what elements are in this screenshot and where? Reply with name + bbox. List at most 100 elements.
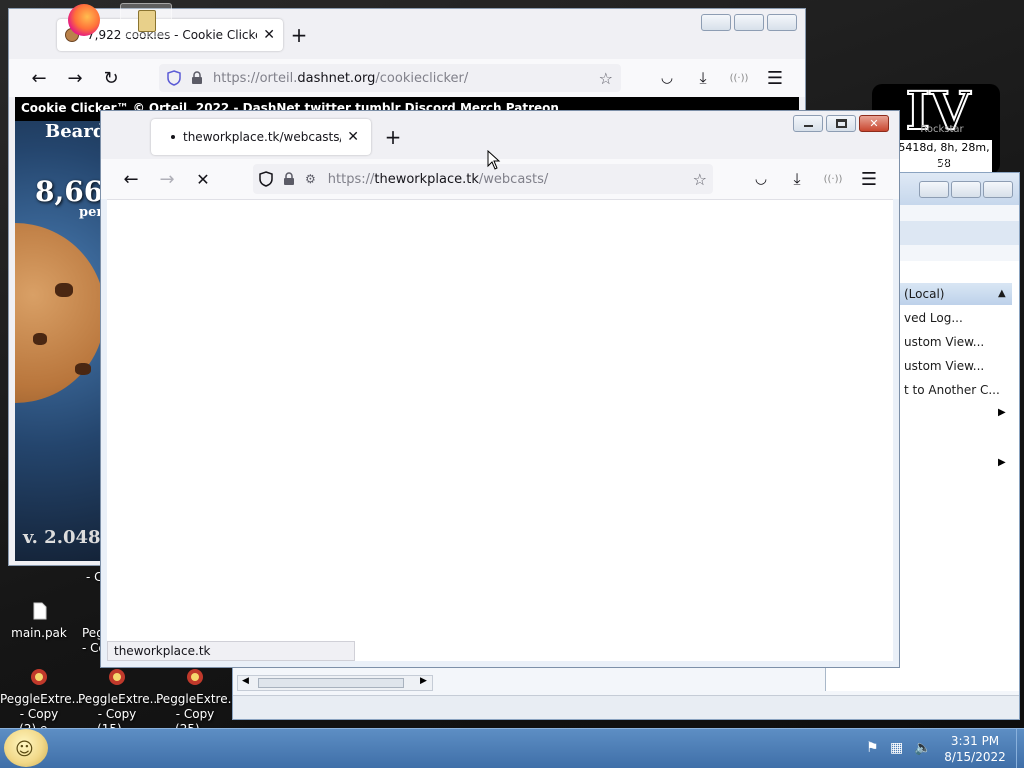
fg-firefox-window: theworkplace.tk/webcasts/ ✕ + ✕ ← → ✕ ⚙ … (100, 110, 900, 668)
action-item[interactable]: ustom View... (904, 335, 984, 349)
firefox-icon (68, 4, 100, 36)
close-icon: ✕ (869, 117, 879, 130)
event-viewer-close-button[interactable] (983, 181, 1013, 198)
bg-shield-icon (167, 70, 181, 86)
fg-lock-icon (283, 172, 295, 186)
fg-url-host: theworkplace.tk (374, 171, 479, 187)
action-item[interactable]: t to Another C... (904, 383, 1000, 397)
cookie-shape (15, 223, 105, 403)
big-cookie[interactable] (15, 223, 105, 413)
action-item[interactable]: ustom View... (904, 359, 984, 373)
bg-url-path: /cookieclicker/ (375, 70, 469, 86)
submenu-arrow-icon[interactable]: ▶ (998, 407, 1006, 418)
bg-bookmark-star-icon[interactable]: ☆ (599, 69, 613, 88)
fg-bookmark-star-icon[interactable]: ☆ (693, 170, 707, 189)
fg-page-content (107, 199, 893, 661)
bg-download-icon[interactable]: ⤓ (691, 66, 715, 90)
bg-new-tab-icon[interactable]: + (287, 23, 311, 47)
fg-shield-icon (259, 171, 273, 187)
event-viewer-icon (138, 10, 156, 32)
bg-maximize-button[interactable] (734, 14, 764, 31)
fg-urlbar[interactable]: ⚙ https://theworkplace.tk/webcasts/ ☆ (253, 164, 713, 194)
event-viewer-maximize-button[interactable] (951, 181, 981, 198)
action-item-label: ustom View... (904, 359, 985, 373)
fg-minimize-button[interactable] (793, 115, 823, 132)
fg-close-button[interactable]: ✕ (859, 115, 889, 132)
collapse-up-icon: ▲ (998, 288, 1006, 299)
maximize-icon (836, 119, 847, 128)
bg-menu-icon[interactable]: ☰ (763, 66, 787, 90)
taskbar-firefox-button[interactable] (58, 3, 110, 37)
bg-forward-icon[interactable]: → (63, 66, 87, 90)
fg-new-tab-icon[interactable]: + (381, 125, 405, 149)
cc-version: v. 2.048 (23, 527, 101, 548)
tray-clock[interactable]: 3:31 PM 8/15/2022 (940, 733, 1010, 765)
fg-status-panel: theworkplace.tk (107, 641, 355, 661)
bg-url-prefix: https://orteil. (213, 70, 298, 86)
fg-tab-close-icon[interactable]: ✕ (347, 129, 359, 145)
action-item-label: t to Another C... (904, 383, 1000, 397)
fg-url-path: /webcasts/ (478, 171, 549, 187)
bg-minimize-button[interactable] (701, 14, 731, 31)
fg-maximize-button[interactable] (826, 115, 856, 132)
scroll-right-icon[interactable]: ▶ (420, 676, 427, 686)
taskbar-explorer-button[interactable] (120, 3, 172, 37)
bg-url-host: dashnet.org (297, 70, 376, 86)
fg-back-icon[interactable]: ← (119, 167, 143, 191)
action-item[interactable]: ved Log... (904, 311, 963, 325)
chocolate-chip (33, 333, 47, 345)
peggle-icon (184, 666, 206, 688)
event-viewer-minimize-button[interactable] (919, 181, 949, 198)
event-viewer-statusbar (233, 695, 1019, 719)
tray-volume-icon[interactable]: 🔈 (914, 740, 931, 756)
bg-pocket-icon[interactable]: ◡ (655, 66, 679, 90)
bg-reload-icon[interactable]: ↻ (99, 66, 123, 90)
fg-pocket-icon[interactable]: ◡ (749, 167, 773, 191)
desktop-icon-main-pak[interactable]: main.pak (0, 600, 78, 641)
tray-action-center-icon[interactable]: ⚑ (866, 740, 879, 756)
fg-url-prefix: https:// (327, 171, 375, 187)
cc-cookie-count: 8,66 (35, 175, 104, 208)
bg-tab-close-icon[interactable]: ✕ (263, 27, 275, 43)
gta-rockstar: Rockstar (920, 124, 964, 135)
fg-menu-icon[interactable]: ☰ (857, 167, 881, 191)
peggle-icon (28, 666, 50, 688)
bg-back-icon[interactable]: ← (27, 66, 51, 90)
desktop-icon-peggle-copy-15[interactable]: PeggleExtre... - Copy (15).... (78, 666, 161, 737)
tray-date: 8/15/2022 (944, 750, 1006, 764)
bg-tab-title: 7,922 cookies - Cookie Clicker (87, 28, 258, 42)
desktop-icon-label: main.pak (11, 626, 67, 640)
bg-extension-icon[interactable]: ((·)) (727, 66, 751, 90)
chocolate-chip (75, 363, 91, 375)
desktop-icon-peggle-copy-25[interactable]: PeggleExtre... - Copy (25).... (156, 666, 239, 737)
file-icon (28, 600, 50, 622)
tray-time: 3:31 PM (950, 734, 1000, 748)
desktop-icon-peggle-copy-2[interactable]: PeggleExtre... - Copy (2).e... (0, 666, 83, 737)
cc-bakery-name: Beard (45, 121, 106, 142)
fg-forward-icon: → (159, 168, 175, 190)
actions-header-label: (Local) (904, 287, 945, 301)
scrollbar-thumb[interactable] (258, 678, 404, 688)
fg-stop-loading-icon[interactable]: ✕ (191, 167, 215, 191)
peggle-icon (106, 666, 128, 688)
action-item-label: ved Log... (904, 311, 963, 325)
scroll-left-icon[interactable]: ◀ (242, 676, 249, 686)
fg-tab-webcasts[interactable]: theworkplace.tk/webcasts/ ✕ (151, 119, 371, 155)
loading-dot-icon (171, 135, 175, 139)
bg-close-button[interactable] (767, 14, 797, 31)
fg-permissions-icon[interactable]: ⚙ (305, 172, 316, 186)
gta-until-release: until release (911, 158, 973, 169)
fg-tab-title: theworkplace.tk/webcasts/ (183, 130, 342, 144)
bg-urlbar[interactable]: https://orteil. dashnet.org/cookieclicker… (159, 64, 621, 92)
fg-status-text: theworkplace.tk (114, 644, 211, 658)
action-item-label: ustom View... (904, 335, 985, 349)
fg-extension-icon[interactable]: ((·)) (821, 167, 845, 191)
minimize-icon (804, 125, 813, 127)
horizontal-scrollbar[interactable]: ◀ ▶ (237, 675, 433, 691)
start-button[interactable]: ☺ (4, 729, 48, 767)
tray-network-icon[interactable]: ▦ (890, 740, 903, 756)
fg-download-icon[interactable]: ⤓ (785, 167, 809, 191)
show-desktop-button[interactable] (1016, 729, 1024, 768)
chocolate-chip (55, 283, 73, 297)
submenu-arrow-icon[interactable]: ▶ (998, 457, 1006, 468)
